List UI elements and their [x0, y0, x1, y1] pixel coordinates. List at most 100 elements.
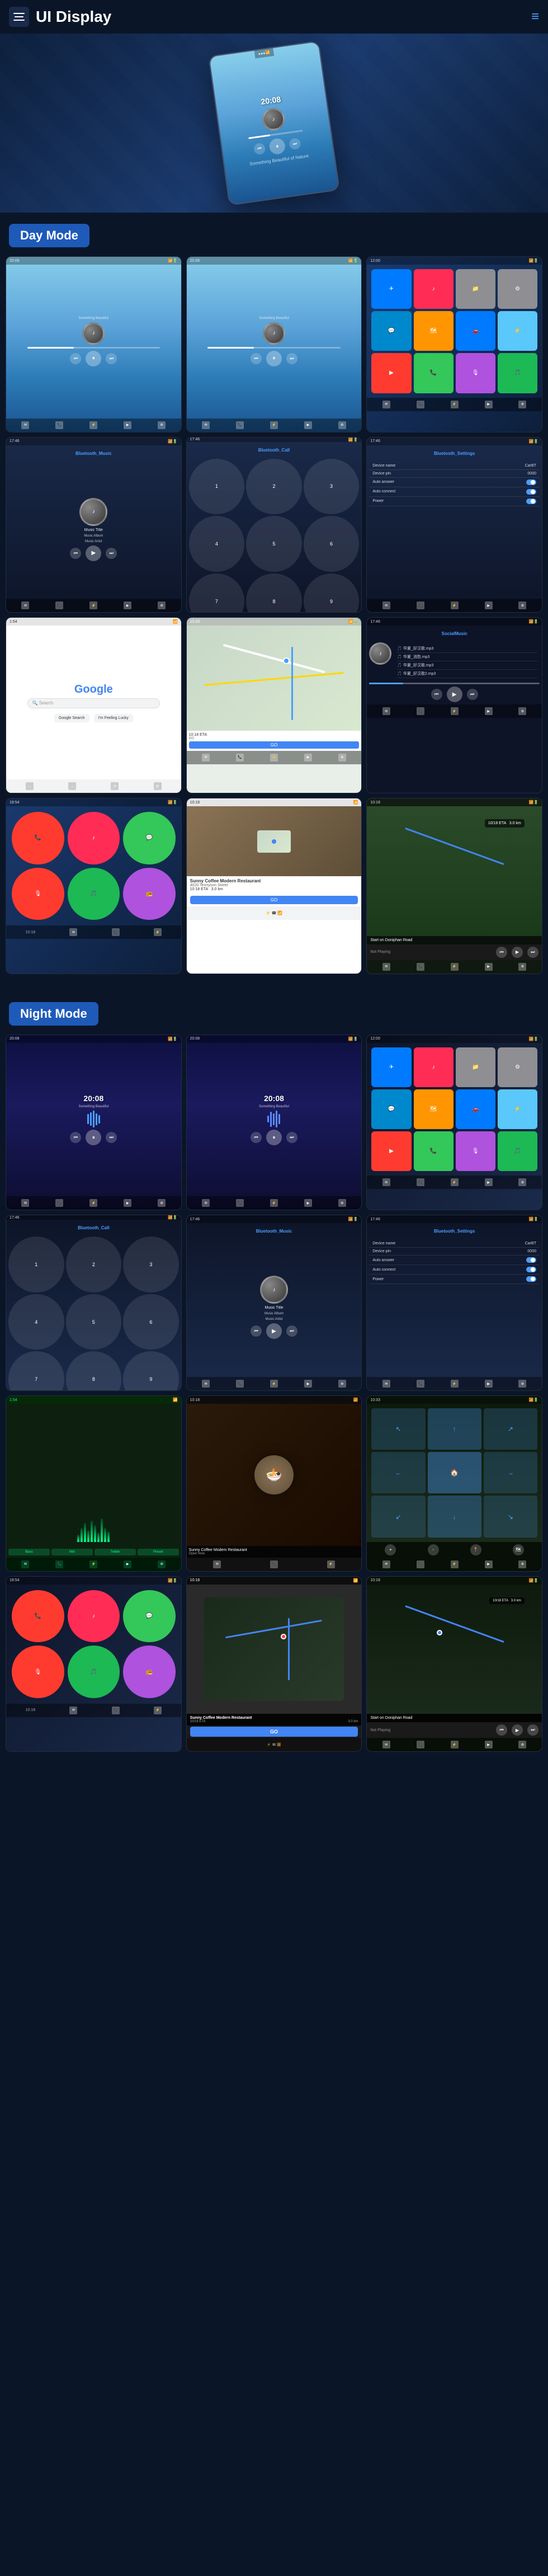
nd-arrow-1[interactable]: ↖	[371, 1408, 425, 1450]
ncp-podcast[interactable]: 🎙	[12, 1646, 64, 1698]
nd-arrow-7[interactable]: ↙	[371, 1496, 425, 1537]
bt-s-icon-1[interactable]: ✉	[382, 601, 390, 609]
bt-next[interactable]: ⏭	[106, 548, 117, 559]
nnd-icon-1[interactable]: ✉	[382, 1560, 390, 1568]
icon-bt[interactable]: ⚡	[89, 421, 97, 429]
nav-icon-1[interactable]: ✉	[382, 963, 390, 971]
n-dial-4[interactable]: 4	[8, 1294, 64, 1350]
n-dial-2[interactable]: 2	[66, 1237, 122, 1292]
google-lucky-btn[interactable]: I'm Feeling Lucky	[94, 714, 133, 722]
g-icon-1[interactable]: ←	[26, 782, 34, 790]
nri-icon-2[interactable]: 📞	[270, 1560, 278, 1568]
nn2-icon-5[interactable]: ⚙	[518, 1741, 526, 1748]
day-m2-play[interactable]: ⏸	[266, 351, 282, 366]
app-icon-msg[interactable]: 💬	[371, 311, 411, 351]
icon-email[interactable]: ✉	[21, 421, 29, 429]
day-m1-prev[interactable]: ⏮	[70, 353, 81, 364]
dial-6[interactable]: 6	[304, 516, 360, 572]
nnd-icon-2[interactable]: 📞	[417, 1560, 424, 1568]
hamburger-nav-icon[interactable]: ≡	[531, 9, 539, 25]
prev-btn[interactable]: ⏮	[253, 143, 266, 156]
nbs-icon-1[interactable]: ✉	[382, 1380, 390, 1388]
nri-icon-1[interactable]: ✉	[213, 1560, 221, 1568]
day-m1-next[interactable]: ⏭	[106, 353, 117, 364]
na-icon-5[interactable]: ⚙	[518, 1178, 526, 1186]
day-apps-icon-1[interactable]: ✉	[382, 401, 390, 408]
night-app-yt[interactable]: ▶	[371, 1131, 411, 1171]
night-app-msg[interactable]: 💬	[371, 1089, 411, 1129]
icon-nav-2[interactable]: ▶	[304, 421, 312, 429]
cp-icon-2[interactable]: 📞	[112, 928, 120, 936]
nn2-icon-2[interactable]: 📞	[417, 1741, 424, 1748]
nd-arrow-9[interactable]: ↘	[484, 1496, 537, 1537]
night-app-waze[interactable]: 🗺	[414, 1089, 453, 1129]
icon-phone[interactable]: 📞	[55, 421, 63, 429]
na-icon-2[interactable]: 📞	[417, 1178, 424, 1186]
app-icon-telegram[interactable]: ✈	[371, 269, 411, 309]
nm2-icon-2[interactable]: 📞	[236, 1199, 244, 1207]
song-item-2[interactable]: 🎵 华夏_消愁.mp3	[397, 653, 537, 661]
nd-arrow-8[interactable]: ↓	[428, 1496, 481, 1537]
cp-radio-icon[interactable]: 📻	[123, 868, 176, 920]
bt-m-icon-4[interactable]: ▶	[124, 601, 131, 609]
ncp-messages[interactable]: 💬	[123, 1590, 176, 1643]
nn2-icon-3[interactable]: ⚡	[451, 1741, 459, 1748]
nm2-icon-1[interactable]: ✉	[202, 1199, 210, 1207]
s-icon-1[interactable]: ✉	[382, 707, 390, 715]
social-prev[interactable]: ⏮	[431, 689, 442, 700]
eq-preset[interactable]: Preset	[138, 1549, 179, 1555]
cp-messages-icon[interactable]: 💬	[123, 812, 176, 864]
nm1-icon-3[interactable]: ⚡	[89, 1199, 97, 1207]
night-app-bt[interactable]: ⚡	[498, 1089, 537, 1129]
w-icon-3[interactable]: ⚡	[270, 754, 278, 761]
dial-9[interactable]: 9	[304, 574, 360, 613]
icon-settings[interactable]: ⚙	[158, 421, 166, 429]
bt-m-icon-5[interactable]: ⚙	[158, 601, 166, 609]
night-r2-go-btn[interactable]: GO	[190, 1727, 358, 1737]
n-dial-9[interactable]: 9	[123, 1351, 179, 1391]
bt-s-icon-3[interactable]: ⚡	[451, 601, 459, 609]
nm1-next[interactable]: ⏭	[106, 1132, 117, 1143]
song-item-1[interactable]: 🎵 华夏_好汉歌.mp3	[397, 645, 537, 653]
auto-connect-toggle[interactable]	[526, 489, 536, 495]
n-dial-5[interactable]: 5	[66, 1294, 122, 1350]
app-icon-spotify[interactable]: 🎵	[498, 353, 537, 393]
ncp-spotify[interactable]: 🎵	[68, 1646, 120, 1698]
nn2-next[interactable]: ⏭	[527, 1724, 538, 1736]
dial-2[interactable]: 2	[246, 459, 302, 515]
night-app-pod[interactable]: 🎙	[456, 1131, 495, 1171]
nbm-icon-3[interactable]: ⚡	[270, 1380, 278, 1388]
bt-m-icon-3[interactable]: ⚡	[89, 601, 97, 609]
night-app-settings[interactable]: ⚙	[498, 1047, 537, 1087]
icon-settings-2[interactable]: ⚙	[338, 421, 346, 429]
s-icon-2[interactable]: 📞	[417, 707, 424, 715]
app-icon-waze[interactable]: 🗺	[414, 311, 453, 351]
ncp-music[interactable]: ♪	[68, 1590, 120, 1643]
cp-music-icon[interactable]: ♪	[68, 812, 120, 864]
nav-icon-5[interactable]: ⚙	[518, 963, 526, 971]
nbm-icon-1[interactable]: ✉	[202, 1380, 210, 1388]
power-toggle[interactable]	[526, 499, 536, 504]
night-app-phone[interactable]: 📞	[414, 1131, 453, 1171]
night-app-spotify[interactable]: 🎵	[498, 1131, 537, 1171]
night-app-music[interactable]: ♪	[414, 1047, 453, 1087]
song-item-3[interactable]: 🎵 华夏_好汉歌.mp3	[397, 661, 537, 670]
restaurant-go-btn[interactable]: GO	[190, 896, 358, 904]
eq-icon-2[interactable]: 📞	[55, 1560, 63, 1568]
nm1-icon-2[interactable]: 📞	[55, 1199, 63, 1207]
nn2-prev[interactable]: ⏮	[496, 1724, 507, 1736]
cp-podcast-icon[interactable]: 🎙	[12, 868, 64, 920]
cp-phone-icon[interactable]: 📞	[12, 812, 64, 864]
app-icon-files[interactable]: 📁	[456, 269, 495, 309]
nav-next[interactable]: ⏭	[527, 947, 538, 958]
nd-zoom-out[interactable]: -	[428, 1544, 439, 1555]
app-icon-carplay[interactable]: 🚗	[456, 311, 495, 351]
n-dial-6[interactable]: 6	[123, 1294, 179, 1350]
ncp-phone[interactable]: 📞	[12, 1590, 64, 1643]
nd-route[interactable]: 🗺	[513, 1544, 524, 1555]
app-icon-settings-1[interactable]: ⚙	[498, 269, 537, 309]
n-dial-7[interactable]: 7	[8, 1351, 64, 1391]
ncp-icon-2[interactable]: 📞	[112, 1707, 120, 1714]
nd-arrow-3[interactable]: ↗	[484, 1408, 537, 1450]
nri-icon-3[interactable]: ⚡	[327, 1560, 335, 1568]
